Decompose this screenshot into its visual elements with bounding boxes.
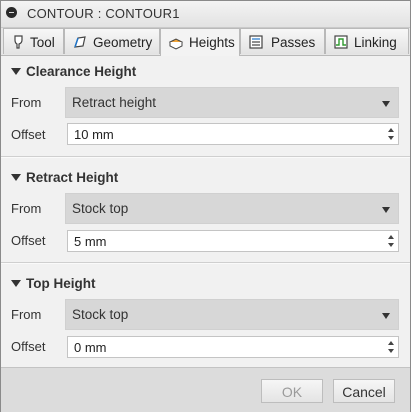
- section-title: Top Height: [26, 276, 96, 291]
- linking-icon: [334, 35, 348, 49]
- retract-from-select[interactable]: Stock top: [65, 193, 399, 224]
- section-title: Retract Height: [26, 170, 119, 185]
- geometry-icon: [74, 36, 86, 48]
- title-bar: CONTOUR : CONTOUR1: [1, 1, 410, 28]
- section-divider: [1, 156, 410, 158]
- tab-passes[interactable]: Passes: [240, 28, 325, 54]
- passes-icon: [249, 35, 263, 49]
- offset-label: Offset: [11, 233, 46, 248]
- from-label: From: [11, 95, 42, 110]
- spin-up-icon[interactable]: [388, 341, 394, 345]
- clearance-offset-input[interactable]: [68, 124, 384, 144]
- top-height-header[interactable]: Top Height: [1, 272, 410, 296]
- tab-tool[interactable]: Tool: [3, 28, 64, 54]
- dropdown-arrow-icon: [382, 207, 390, 213]
- select-value: Stock top: [72, 201, 129, 216]
- tab-linking-label: Linking: [354, 35, 397, 50]
- tool-icon: [14, 35, 23, 49]
- tab-passes-label: Passes: [271, 35, 316, 50]
- from-label: From: [11, 201, 42, 216]
- dropdown-arrow-icon: [382, 313, 390, 319]
- select-value: Retract height: [72, 95, 157, 110]
- offset-label: Offset: [11, 339, 46, 354]
- spin-up-icon[interactable]: [388, 128, 394, 132]
- tab-heights-label: Heights: [189, 35, 235, 50]
- spin-down-icon[interactable]: [388, 136, 394, 140]
- select-value: Stock top: [72, 307, 129, 322]
- collapse-caret-icon[interactable]: [11, 174, 21, 181]
- ok-button[interactable]: OK: [261, 379, 323, 403]
- dialog-footer: OK Cancel: [1, 367, 410, 412]
- top-from-select[interactable]: Stock top: [65, 299, 399, 330]
- clearance-height-header[interactable]: Clearance Height: [1, 60, 410, 84]
- offset-label: Offset: [11, 127, 46, 142]
- tab-geometry[interactable]: Geometry: [64, 28, 160, 54]
- collapse-caret-icon[interactable]: [11, 280, 21, 287]
- spin-down-icon[interactable]: [388, 243, 394, 247]
- heights-icon: [168, 38, 184, 50]
- section-title: Clearance Height: [26, 64, 137, 79]
- retract-height-header[interactable]: Retract Height: [1, 166, 410, 190]
- collapse-caret-icon[interactable]: [11, 68, 21, 75]
- dialog-title: CONTOUR : CONTOUR1: [27, 6, 180, 21]
- tab-tool-label: Tool: [30, 35, 55, 50]
- clearance-offset-spinner[interactable]: [67, 123, 399, 145]
- tab-linking[interactable]: Linking: [325, 28, 409, 54]
- retract-offset-input[interactable]: [68, 231, 384, 251]
- from-label: From: [11, 307, 42, 322]
- tab-heights[interactable]: Heights: [160, 28, 240, 56]
- cancel-button[interactable]: Cancel: [333, 379, 395, 403]
- section-divider: [1, 262, 410, 264]
- clearance-from-select[interactable]: Retract height: [65, 87, 399, 118]
- spin-down-icon[interactable]: [388, 349, 394, 353]
- tab-bar: Tool Geometry Heights Passes Linking: [1, 28, 410, 56]
- dropdown-arrow-icon: [382, 101, 390, 107]
- top-offset-input[interactable]: [68, 337, 384, 357]
- tab-geometry-label: Geometry: [93, 35, 153, 50]
- top-offset-spinner[interactable]: [67, 336, 399, 358]
- spin-up-icon[interactable]: [388, 235, 394, 239]
- collapse-icon[interactable]: [6, 7, 17, 18]
- contour-dialog: CONTOUR : CONTOUR1 Tool Geometry Heights: [0, 0, 411, 412]
- retract-offset-spinner[interactable]: [67, 230, 399, 252]
